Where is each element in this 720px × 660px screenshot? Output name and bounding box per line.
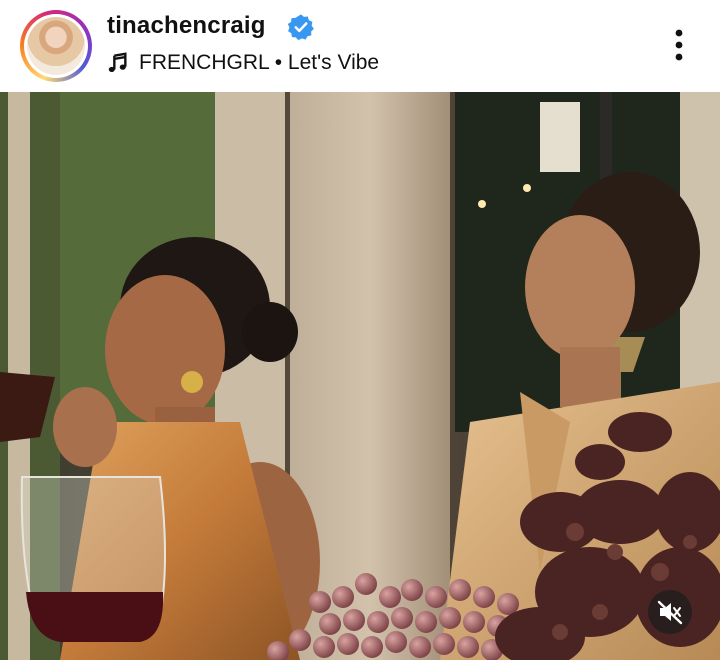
more-options-icon[interactable] <box>664 26 694 66</box>
username-link[interactable]: tinachencraig <box>107 12 266 40</box>
avatar-story-ring[interactable] <box>20 10 92 82</box>
music-note-icon <box>108 52 127 72</box>
verified-badge-icon <box>287 14 314 41</box>
audio-label: FRENCHGRL • Let's Vibe <box>139 51 380 74</box>
post-media[interactable] <box>0 92 720 660</box>
post-photo <box>0 92 720 660</box>
post-header: tinachencraig FRENCHGRL • Let's Vibe <box>0 0 720 92</box>
mute-toggle-button[interactable] <box>648 590 692 634</box>
muted-speaker-icon <box>657 600 683 625</box>
audio-attribution-link[interactable]: FRENCHGRL • Let's Vibe <box>107 50 379 76</box>
avatar[interactable] <box>27 17 85 75</box>
